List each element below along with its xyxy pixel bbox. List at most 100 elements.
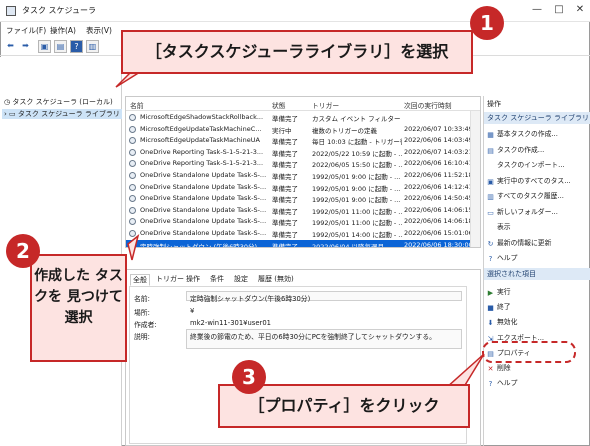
task-row[interactable]: OneDrive Standalone Update Task-S-... 準備完…: [126, 228, 470, 240]
action-item-2[interactable]: タスクのインポート...: [487, 159, 565, 169]
task-icon: [129, 183, 136, 191]
tab-settings[interactable]: 設定: [234, 274, 248, 284]
action-disable[interactable]: ⬇ 無効化: [487, 316, 518, 327]
task-icon: [129, 172, 136, 179]
task-next-cell: 2022/06/06 14:06:18: [404, 217, 470, 226]
action-new-folder[interactable]: ▭ 新しいフォルダー...: [487, 206, 558, 217]
refresh-icon: ↻: [487, 239, 494, 248]
task-row[interactable]: OneDrive Reporting Task-S-1-5-21-3... 準備完…: [126, 158, 470, 170]
help-icon[interactable]: ?: [70, 40, 83, 53]
menu-file[interactable]: ファイル(F): [6, 25, 46, 36]
author-value: mk2-win11-301¥user01: [190, 319, 271, 327]
selected-task-row[interactable]: 定時強制シャットダウン (午後6時30分) 準備完了 2022/06/04 以降毎週…: [126, 239, 470, 248]
callout-step1: ［タスクスケジューラライブラリ］を選択: [121, 30, 473, 74]
task-trigger-cell: 1992/05/01 9:00 に起動 - ...: [312, 196, 401, 205]
task-row[interactable]: OneDrive Standalone Update Task-S-... 準備完…: [126, 216, 470, 228]
task-next-cell: 2022/06/06 11:52:18: [404, 171, 470, 179]
console-icon[interactable]: ▥: [86, 40, 99, 53]
selected-item-title[interactable]: 選択された項目: [484, 268, 590, 280]
task-icon: [129, 125, 136, 133]
location-value: ¥: [190, 307, 195, 315]
task-list: 名前 状態 トリガー 次回の実行時刻 MicrosoftEdgeShadowSt…: [125, 96, 481, 248]
menu-action[interactable]: 操作(A): [50, 25, 76, 36]
task-name-cell: OneDrive Standalone Update Task-S-...: [140, 217, 267, 226]
action-help[interactable]: ? ヘルプ: [487, 252, 518, 263]
task-list-header: 名前 状態 トリガー 次回の実行時刻: [126, 97, 480, 111]
task-icon: [129, 148, 136, 156]
action-history[interactable]: ▥ すべてのタスク履歴...: [487, 190, 564, 201]
tree-library-label: タスク スケジューラ ライブラリ: [17, 110, 120, 118]
task-trigger-cell: 2022/06/04 以降毎週月...: [312, 242, 391, 248]
maximize-button[interactable]: □: [552, 3, 566, 17]
minimize-button[interactable]: —: [530, 3, 544, 17]
folder-icon[interactable]: ▣: [38, 40, 51, 53]
library-actions-title[interactable]: タスク スケジューラ ライブラリ: [484, 112, 590, 124]
action-label: 終了: [497, 303, 511, 312]
blank-icon: [487, 161, 494, 168]
task-name-cell: OneDrive Reporting Task-S-1-5-21-3...: [140, 147, 264, 156]
action-run[interactable]: ▶ 実行: [487, 286, 511, 297]
forward-arrow-icon[interactable]: ➡: [19, 40, 32, 53]
tree-item-root[interactable]: ◷ タスク スケジューラ (ローカル): [4, 97, 113, 107]
task-name-cell: OneDrive Standalone Update Task-S-...: [140, 182, 267, 191]
action-delete[interactable]: ✕ 削除: [487, 362, 511, 373]
task-trigger-cell: 1992/05/01 14:00 に起動 - ...: [312, 231, 402, 239]
task-icon: [129, 137, 136, 145]
new-folder-icon: ▭: [487, 208, 494, 217]
task-name-cell: OneDrive Standalone Update Task-S-...: [140, 194, 267, 203]
task-trigger-cell: 複数のトリガーの定義: [312, 126, 377, 135]
action-help[interactable]: ? ヘルプ: [487, 377, 518, 388]
action-label: 無効化: [497, 318, 518, 327]
action-running-tasks[interactable]: ▣ 実行中のすべてのタス...: [487, 175, 571, 186]
tab-triggers[interactable]: トリガー: [156, 274, 184, 284]
task-list-scrollbar[interactable]: [470, 111, 480, 247]
blank-icon: [487, 223, 494, 230]
close-button[interactable]: ✕: [573, 3, 587, 17]
task-next-cell: 2022/06/06 15:01:06: [404, 229, 470, 237]
action-basic-task[interactable]: ▦ 基本タスクの作成...: [487, 128, 558, 139]
clock-icon: ◷: [4, 98, 11, 106]
task-row[interactable]: MicrosoftEdgeUpdateTaskMachineUA 準備完了 毎日 1…: [126, 135, 470, 147]
task-row[interactable]: OneDrive Standalone Update Task-S-... 準備完…: [126, 205, 470, 217]
column-trigger[interactable]: トリガー: [312, 100, 339, 110]
action-end[interactable]: ■ 終了: [487, 301, 511, 312]
action-item-6[interactable]: 表示: [487, 221, 511, 231]
properties-highlight: [482, 341, 576, 363]
task-trigger-cell: 1992/05/01 9:00 に起動 - ...: [312, 173, 401, 181]
task-trigger-cell: カスタム イベント フィルター: [312, 115, 401, 123]
task-row[interactable]: MicrosoftEdgeShadowStackRollback... 準備完了 カ…: [126, 112, 470, 124]
action-create-task[interactable]: ▤ タスクの作成...: [487, 144, 544, 155]
back-arrow-icon[interactable]: ⬅: [4, 40, 17, 53]
tab-history[interactable]: 履歴 (無効): [258, 274, 294, 284]
task-row[interactable]: MicrosoftEdgeUpdateTaskMachineC... 実行中 複数の…: [126, 124, 470, 136]
task-trigger-cell: 2022/06/05 15:50 に起動 - ...: [312, 161, 402, 170]
task-row[interactable]: OneDrive Standalone Update Task-S-... 準備完…: [126, 170, 470, 182]
task-row[interactable]: OneDrive Standalone Update Task-S-... 準備完…: [126, 193, 470, 205]
actions-header: 操作: [487, 100, 501, 108]
properties-icon[interactable]: ▤: [54, 40, 67, 53]
tab-actions[interactable]: 操作: [186, 274, 200, 284]
action-refresh[interactable]: ↻ 最新の情報に更新: [487, 237, 552, 248]
task-row[interactable]: OneDrive Standalone Update Task-S-... 準備完…: [126, 182, 470, 194]
tree-item-library[interactable]: › ▭ タスク スケジューラ ライブラリ: [2, 109, 122, 119]
task-trigger-cell: 1992/05/01 11:00 に起動 - ...: [312, 207, 402, 216]
tab-conditions[interactable]: 条件: [210, 274, 224, 284]
column-status[interactable]: 状態: [272, 100, 286, 110]
task-name-cell: MicrosoftEdgeUpdateTaskMachineUA: [140, 136, 260, 145]
task-row[interactable]: OneDrive Reporting Task-S-1-5-21-3... 準備完…: [126, 147, 470, 159]
action-label: すべてのタスク履歴...: [497, 192, 564, 200]
action-label: 削除: [497, 364, 511, 372]
task-status-cell: 準備完了: [272, 242, 298, 248]
task-name-cell: OneDrive Standalone Update Task-S-...: [140, 171, 267, 179]
column-next-run[interactable]: 次回の実行時刻: [404, 100, 452, 110]
task-next-cell: 2022/06/07 14:03:21: [404, 147, 470, 156]
task-status-cell: 準備完了: [272, 231, 298, 239]
folder-icon: ▭: [9, 110, 16, 118]
task-icon: [129, 160, 136, 168]
column-name[interactable]: 名前: [130, 100, 144, 110]
menu-view[interactable]: 表示(V): [86, 25, 112, 36]
action-label: 基本タスクの作成...: [497, 130, 558, 138]
task-status-cell: 準備完了: [272, 149, 298, 158]
description-label: 説明:: [134, 333, 150, 341]
task-trigger-cell: 毎日 10:03 に起動 - トリガー後...: [312, 138, 402, 147]
